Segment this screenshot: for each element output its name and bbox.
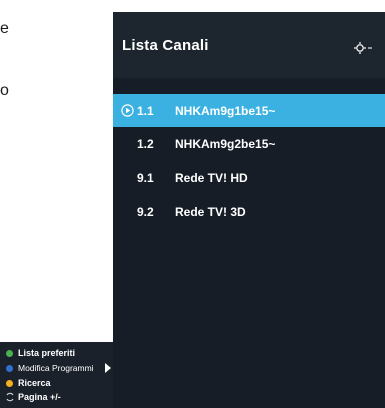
channel-number: 9.1 (137, 171, 154, 185)
channel-name: Rede TV! HD (175, 171, 248, 185)
blue-dot-icon (6, 365, 13, 372)
page-updown-icon (6, 392, 14, 402)
yellow-dot-icon (6, 380, 13, 387)
channel-number: 1.2 (137, 137, 154, 151)
help-label: Ricerca (18, 378, 51, 388)
panel-title: Lista Canali (122, 37, 209, 54)
channel-number: 1.1 (137, 104, 154, 118)
channel-row[interactable]: 9.2 Rede TV! 3D (113, 195, 385, 228)
submenu-arrow-icon (105, 363, 111, 373)
green-dot-icon (6, 350, 13, 357)
help-label: Lista preferiti (18, 348, 76, 358)
channel-name: Rede TV! 3D (175, 205, 246, 219)
channel-name: NHKAm9g2be15~ (175, 137, 276, 151)
channel-list-panel: Lista Canali 1.1 NHKAm9g1be15~ 1.2 NHKAm… (113, 12, 385, 408)
channel-row[interactable]: 1.2 NHKAm9g2be15~ (113, 127, 385, 160)
help-label: Modifica Programmi (18, 363, 94, 373)
color-key-help: Lista preferiti Modifica Programmi Ricer… (0, 342, 113, 408)
screen: e o Lista Canali 1.1 NHKAm9g1be15~ 1.2 N… (0, 0, 385, 408)
channel-number: 9.2 (137, 205, 154, 219)
play-circle-icon (121, 104, 134, 117)
panel-header: Lista Canali (113, 12, 385, 78)
background-text-fragment: e (0, 20, 9, 37)
settings-gear-icon[interactable] (353, 41, 373, 55)
channel-row[interactable]: 1.1 NHKAm9g1be15~ (113, 94, 385, 127)
help-label: Pagina +/- (18, 392, 61, 402)
channel-row[interactable]: 9.1 Rede TV! HD (113, 161, 385, 194)
channel-name: NHKAm9g1be15~ (175, 104, 276, 118)
background-text-fragment: o (0, 82, 9, 99)
